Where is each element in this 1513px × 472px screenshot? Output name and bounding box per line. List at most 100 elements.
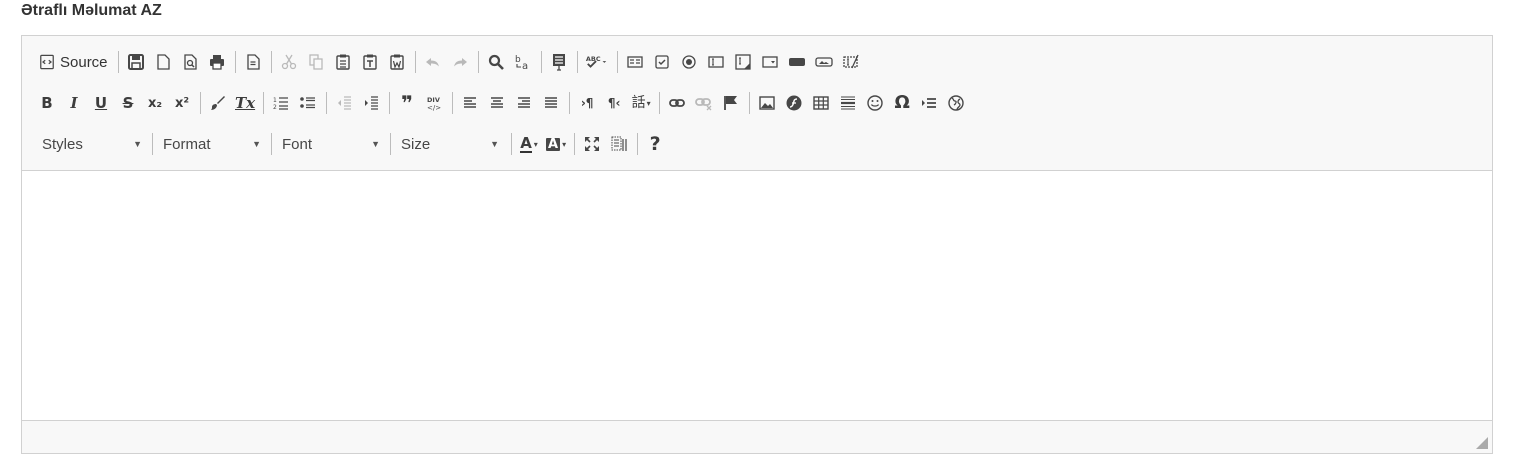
textarea-button[interactable]	[730, 48, 756, 76]
anchor-button[interactable]	[718, 89, 744, 117]
undo-icon	[425, 58, 439, 67]
templates-button[interactable]	[240, 48, 266, 76]
separator	[152, 133, 153, 155]
select-all-button[interactable]	[546, 48, 572, 76]
search-icon	[488, 54, 504, 70]
table-button[interactable]	[808, 89, 834, 117]
strike-button[interactable]: S	[115, 89, 141, 117]
superscript-button[interactable]: x²	[169, 89, 195, 117]
replace-button[interactable]: ba	[510, 48, 536, 76]
special-char-button[interactable]: Ω	[889, 89, 915, 117]
copy-icon	[308, 54, 323, 70]
new-page-button[interactable]	[150, 48, 176, 76]
undo-button[interactable]	[420, 48, 446, 76]
numbered-list-button[interactable]: 12	[268, 89, 294, 117]
subscript-button[interactable]: x₂	[142, 89, 168, 117]
flash-button[interactable]	[781, 89, 807, 117]
find-button[interactable]	[483, 48, 509, 76]
align-center-button[interactable]	[484, 89, 510, 117]
styles-dropdown[interactable]: Styles ▼	[34, 130, 150, 158]
styles-label: Styles	[42, 135, 83, 153]
cut-button[interactable]	[276, 48, 302, 76]
svg-text:</>: </>	[427, 104, 441, 112]
resize-handle-icon[interactable]	[1476, 437, 1488, 449]
separator	[390, 133, 391, 155]
text-field-button[interactable]	[703, 48, 729, 76]
text-color-button[interactable]: A ▾	[516, 130, 542, 158]
horizontal-rule-button[interactable]	[835, 89, 861, 117]
chevron-down-icon: ▼	[252, 139, 261, 149]
remove-format-button[interactable]: Tx	[232, 89, 258, 117]
blockquote-button[interactable]: ❞	[394, 89, 420, 117]
form-button[interactable]	[622, 48, 648, 76]
source-button[interactable]: Source	[34, 48, 113, 76]
replace-icon: ba	[515, 55, 528, 71]
redo-button[interactable]	[447, 48, 473, 76]
toolbar-row-1: Source ba ABC	[34, 47, 865, 77]
outdent-button[interactable]	[331, 89, 357, 117]
bg-color-button[interactable]: A ▾	[543, 130, 569, 158]
font-label: Font	[282, 135, 313, 153]
bulleted-list-button[interactable]	[295, 89, 321, 117]
language-button[interactable]: 話 ▾	[628, 89, 654, 117]
bg-color-icon: A	[546, 136, 561, 152]
italic-button[interactable]: I	[61, 89, 87, 117]
editor-content-area[interactable]	[22, 171, 1492, 422]
underline-button[interactable]: U	[88, 89, 114, 117]
indent-button[interactable]	[358, 89, 384, 117]
align-right-button[interactable]	[511, 89, 537, 117]
align-left-button[interactable]	[457, 89, 483, 117]
copy-format-button[interactable]	[205, 89, 231, 117]
show-blocks-button[interactable]	[606, 130, 632, 158]
paintbrush-icon	[211, 96, 225, 110]
print-button[interactable]	[204, 48, 230, 76]
rich-text-editor: Source ba ABC B I U S x₂ x² Tx 1 2 ❞ DIV…	[21, 35, 1493, 454]
separator	[263, 92, 265, 114]
svg-text:a: a	[522, 61, 528, 71]
radio-button[interactable]	[676, 48, 702, 76]
preview-button[interactable]	[177, 48, 203, 76]
maximize-icon	[585, 137, 600, 151]
bold-button[interactable]: B	[34, 89, 60, 117]
page-break-button[interactable]	[916, 89, 942, 117]
separator	[659, 92, 661, 114]
checkbox-button[interactable]	[649, 48, 675, 76]
unlink-icon	[695, 98, 712, 111]
separator	[637, 133, 639, 155]
ltr-icon: ›¶	[580, 96, 594, 110]
help-button[interactable]: ?	[642, 130, 668, 158]
show-blocks-icon	[611, 136, 627, 151]
field-label: Ətraflı Məlumat AZ	[21, 2, 162, 19]
text-color-icon: A	[520, 133, 532, 153]
button-button[interactable]	[784, 48, 810, 76]
font-dropdown[interactable]: Font ▼	[274, 130, 388, 158]
copy-button[interactable]	[303, 48, 329, 76]
paste-text-button[interactable]	[357, 48, 383, 76]
ltr-button[interactable]: ›¶	[574, 89, 600, 117]
image-button-button[interactable]	[811, 48, 837, 76]
unlink-button[interactable]	[691, 89, 717, 117]
paste-button[interactable]	[330, 48, 356, 76]
align-left-icon	[464, 97, 477, 108]
link-button[interactable]	[664, 89, 690, 117]
image-button[interactable]	[754, 89, 780, 117]
smiley-button[interactable]	[862, 89, 888, 117]
select-button[interactable]	[757, 48, 783, 76]
paste-word-button[interactable]	[384, 48, 410, 76]
create-div-button[interactable]: DIV </>	[421, 89, 447, 117]
spellcheck-button[interactable]: ABC	[582, 48, 612, 76]
hidden-field-button[interactable]	[838, 48, 864, 76]
indent-icon	[365, 96, 379, 110]
maximize-button[interactable]	[579, 130, 605, 158]
iframe-button[interactable]	[943, 89, 969, 117]
editor-bottom-bar	[22, 420, 1492, 453]
div-icon: DIV</>	[427, 96, 441, 112]
save-button[interactable]	[123, 48, 149, 76]
justify-button[interactable]	[538, 89, 564, 117]
source-icon	[40, 54, 54, 70]
rtl-button[interactable]: ¶‹	[601, 89, 627, 117]
size-dropdown[interactable]: Size ▼	[393, 130, 507, 158]
bold-icon: B	[41, 93, 53, 112]
flag-icon	[724, 96, 738, 110]
format-dropdown[interactable]: Format ▼	[155, 130, 269, 158]
